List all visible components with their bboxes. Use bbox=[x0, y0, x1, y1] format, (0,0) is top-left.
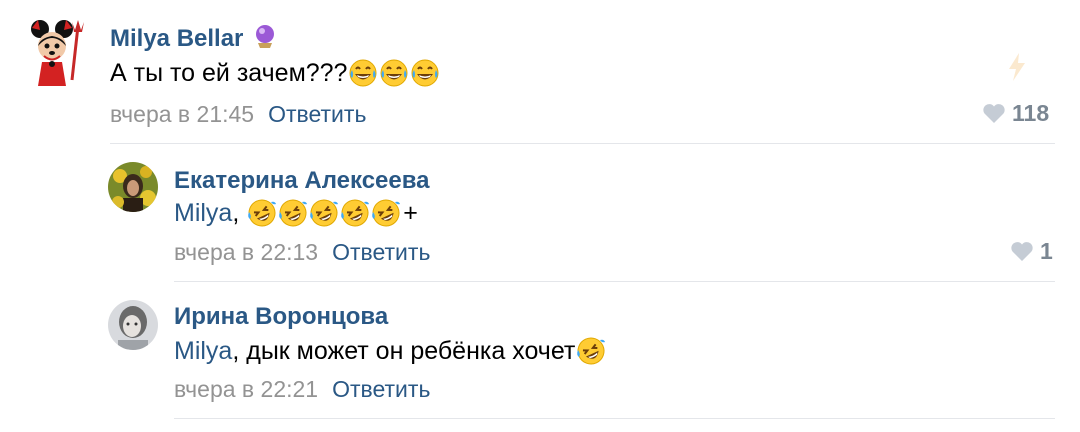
rolling-on-floor-laughing-icon bbox=[576, 336, 606, 366]
avatar[interactable] bbox=[108, 300, 158, 350]
divider bbox=[174, 418, 1055, 419]
comment-time[interactable]: вчера в 22:21 bbox=[174, 376, 318, 402]
user-photo-icon bbox=[108, 300, 158, 350]
comment-author[interactable]: Ирина Воронцова bbox=[174, 303, 388, 331]
mention-link[interactable]: Milya bbox=[174, 337, 232, 366]
comment-text: Milya, дык может он ребёнка хочет bbox=[174, 336, 606, 366]
reply-button[interactable]: Ответить bbox=[332, 376, 430, 402]
comment-text-body: , дык может он ребёнка хочет bbox=[232, 336, 576, 365]
comment-irina-vorontsova: Ирина Воронцова Milya, дык может он ребё… bbox=[0, 0, 1080, 432]
comments-thread: Milya Bellar А ты то ей зачем??? вчера в… bbox=[0, 0, 1080, 432]
comment-meta: вчера в 22:21 Ответить bbox=[174, 376, 430, 403]
